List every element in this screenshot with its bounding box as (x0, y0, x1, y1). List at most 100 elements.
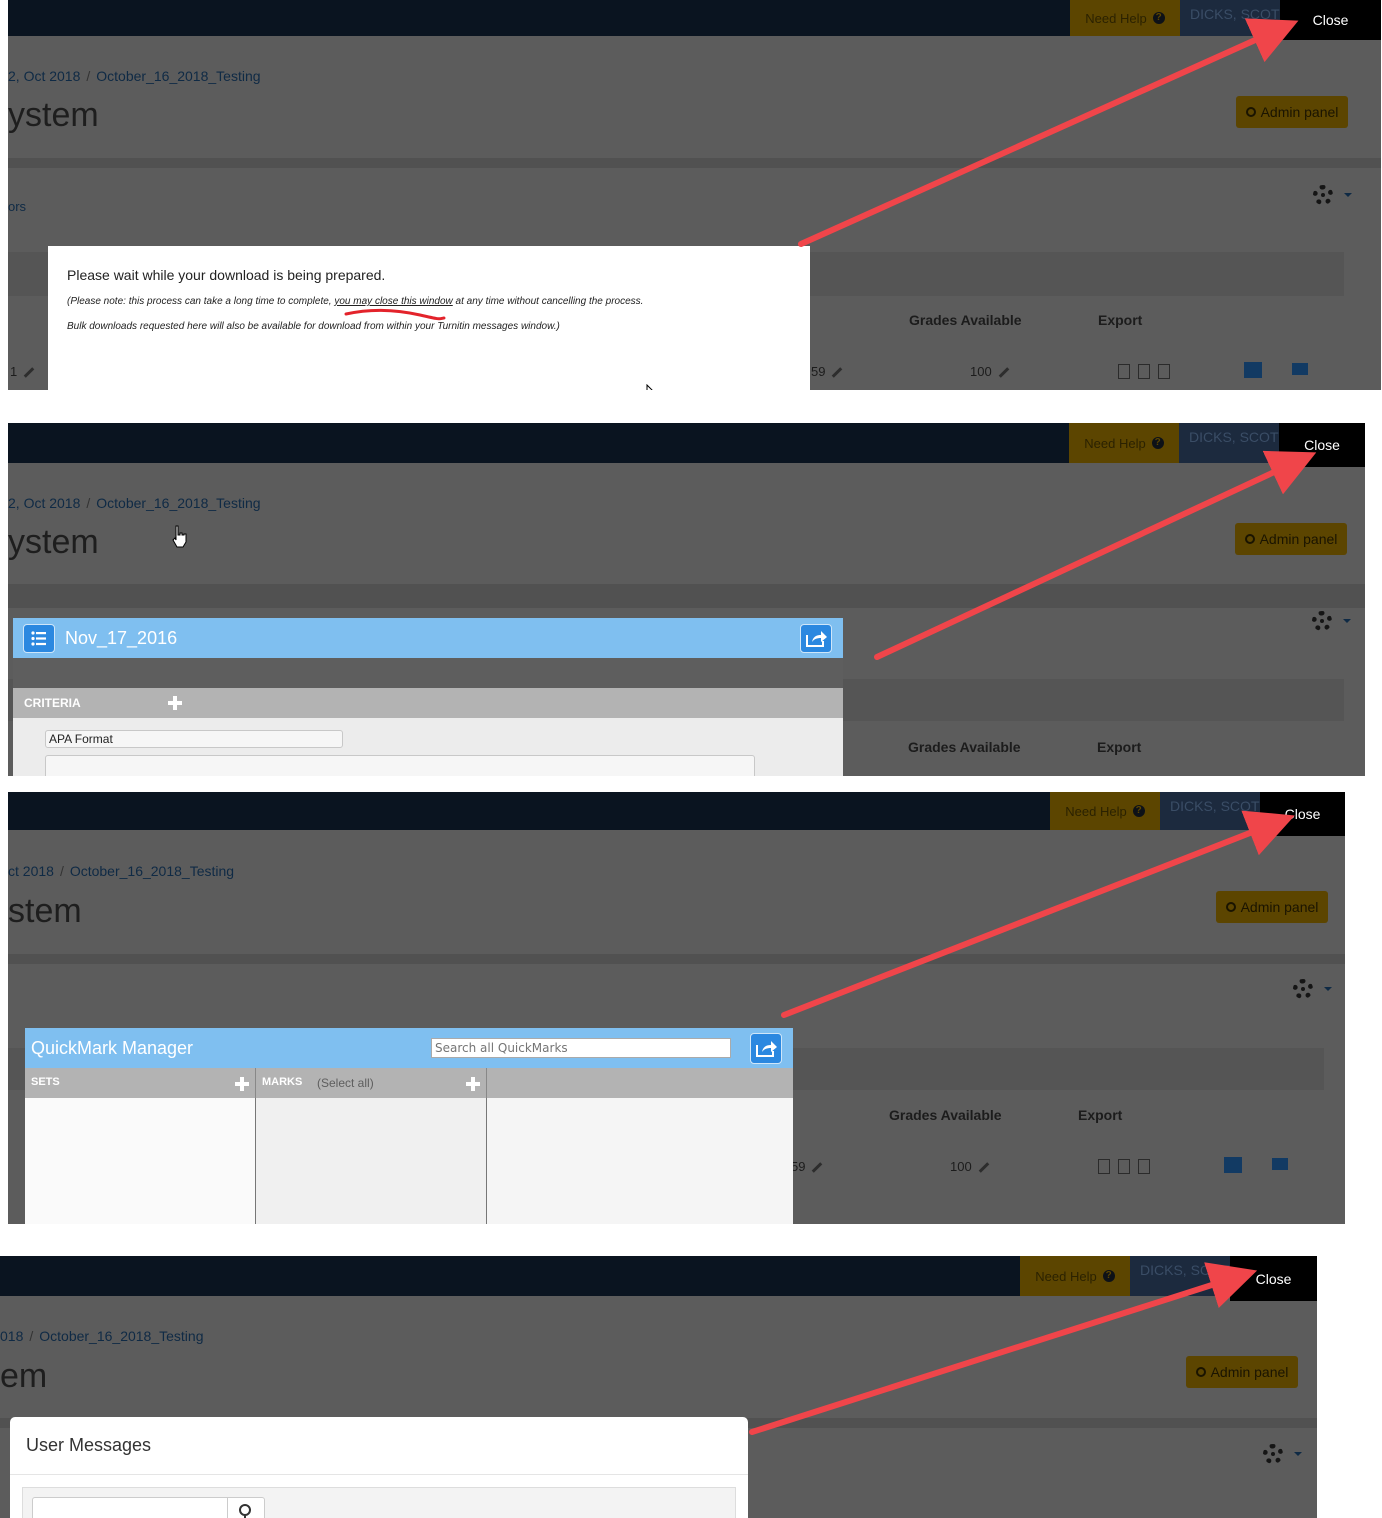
breadcrumb-link-date[interactable]: 2, Oct 2018 (8, 495, 80, 511)
list-menu-button[interactable] (23, 624, 55, 653)
pencil-icon[interactable] (812, 1162, 823, 1173)
pencil-icon[interactable] (832, 367, 843, 378)
cell-value: 59 (791, 1159, 806, 1174)
cell-value: 59 (811, 364, 826, 379)
excel-file-icon[interactable] (1118, 364, 1130, 379)
screenshot-panel-3: Need Help ? DICKS, SCOTT Close ct 2018 / O… (8, 792, 1345, 1224)
breadcrumb-link-assignment[interactable]: October_16_2018_Testing (39, 1328, 203, 1344)
quickmark-search-input[interactable] (431, 1038, 731, 1058)
gear-icon (1244, 534, 1255, 544)
download-dialog: Please wait while your download is being… (48, 246, 810, 390)
breadcrumb-separator: / (86, 495, 91, 511)
columns-header-divider-2 (486, 1068, 487, 1098)
document-file-icon[interactable] (1158, 364, 1170, 379)
need-help-button[interactable]: Need Help ? (1069, 423, 1179, 463)
export-button[interactable] (750, 1033, 782, 1064)
breadcrumb-link-assignment[interactable]: October_16_2018_Testing (96, 495, 260, 511)
criteria-name-input[interactable]: APA Format (45, 730, 343, 748)
excel-file-icon[interactable] (1098, 1159, 1110, 1174)
marks-column[interactable] (256, 1098, 487, 1224)
messages-search-input[interactable] (32, 1497, 228, 1518)
pencil-icon[interactable] (998, 367, 1010, 378)
close-button[interactable]: Close (1279, 423, 1365, 467)
user-menu[interactable]: DICKS, SCOTT (1160, 792, 1260, 830)
chevron-down-icon[interactable] (1324, 987, 1332, 991)
chevron-down-icon[interactable] (1344, 193, 1352, 197)
pdf-file-icon[interactable] (1118, 1159, 1130, 1174)
need-help-button[interactable]: Need Help ? (1070, 0, 1180, 36)
gear-icon (1245, 107, 1256, 117)
pencil-icon[interactable] (978, 1162, 990, 1173)
admin-panel-button[interactable]: Admin panel (1236, 96, 1348, 128)
document-file-icon[interactable] (1138, 1159, 1150, 1174)
question-icon: ? (1102, 1270, 1115, 1282)
admin-panel-button[interactable]: Admin panel (1216, 891, 1328, 923)
criteria-header: CRITERIA (13, 688, 843, 718)
quickmark-manager-dialog: QuickMark Manager SETS MARKS (Select all… (25, 1028, 793, 1224)
question-icon: ? (1132, 805, 1145, 817)
breadcrumb-link-date[interactable]: 018 (0, 1328, 23, 1344)
need-help-label: Need Help (1035, 1268, 1097, 1284)
column-header-export: Export (1078, 1107, 1123, 1123)
table-cell-partial: 59 (811, 364, 843, 379)
page-title: ystem (8, 523, 99, 561)
breadcrumb-link-assignment[interactable]: October_16_2018_Testing (96, 68, 260, 84)
user-name: DICKS, SCOTT (1170, 798, 1260, 814)
column-header-grades: Grades Available (889, 1107, 1002, 1123)
message-check-icon[interactable] (1272, 1158, 1288, 1170)
select-all-link[interactable]: (Select all) (317, 1076, 374, 1090)
user-menu[interactable]: DICKS, SCOTT (1130, 1256, 1230, 1296)
user-name: DICKS, SCOTT (1140, 1262, 1230, 1278)
settings-gear-icon[interactable] (1312, 611, 1332, 631)
add-mark-icon[interactable] (466, 1077, 480, 1091)
settings-gear-icon[interactable] (1263, 1444, 1283, 1464)
page-title: ystem (8, 96, 99, 134)
criteria-label: CRITERIA (24, 696, 81, 710)
close-button[interactable]: Close (1230, 1256, 1317, 1301)
sets-label: SETS (31, 1076, 60, 1088)
chevron-down-icon[interactable] (1343, 619, 1351, 623)
settings-gear-icon[interactable] (1313, 185, 1333, 205)
user-menu[interactable]: DICKS, SCOTT (1179, 423, 1279, 463)
breadcrumb-link-date[interactable]: 2, Oct 2018 (8, 68, 80, 84)
screenshot-panel-2: Need Help ? DICKS, SCOTT Close 2, Oct 20… (8, 423, 1365, 776)
content-divider (8, 954, 1345, 964)
table-cell-grades: 100 (970, 364, 1010, 379)
partial-link[interactable]: ors (8, 199, 26, 214)
grid-view-icon[interactable] (1244, 362, 1262, 378)
close-button[interactable]: Close (1280, 0, 1381, 40)
breadcrumb-link-assignment[interactable]: October_16_2018_Testing (70, 863, 234, 879)
cell-value: 100 (970, 364, 992, 379)
add-set-icon[interactable] (235, 1077, 249, 1091)
pdf-file-icon[interactable] (1138, 364, 1150, 379)
admin-panel-button[interactable]: Admin panel (1235, 523, 1347, 555)
need-help-button[interactable]: Need Help ? (1050, 792, 1160, 830)
breadcrumb-link-date[interactable]: ct 2018 (8, 863, 54, 879)
search-button[interactable] (227, 1497, 265, 1518)
close-button[interactable]: Close (1260, 792, 1345, 836)
content-divider (8, 584, 1365, 608)
gear-icon (1195, 1367, 1206, 1377)
columns-header (25, 1068, 793, 1098)
table-cell-partial: 59 (791, 1159, 823, 1174)
chevron-down-icon[interactable] (1294, 1452, 1302, 1456)
dialog-message: Please wait while your download is being… (67, 267, 386, 283)
cell-value: 1 (10, 364, 18, 379)
dialog-note-2: Bulk downloads requested here will also … (67, 321, 560, 332)
pencil-icon[interactable] (23, 367, 35, 378)
settings-gear-icon[interactable] (1293, 979, 1313, 999)
screenshot-panel-4: Need Help ? DICKS, SCOTT Close 018 / Octob… (0, 1256, 1317, 1518)
criteria-description-input[interactable] (45, 755, 755, 776)
grid-view-icon[interactable] (1224, 1157, 1242, 1173)
need-help-label: Need Help (1065, 803, 1127, 819)
column-header-grades: Grades Available (908, 739, 1021, 755)
add-criteria-icon[interactable] (168, 696, 182, 710)
note-text-a: (Please note: this process can take a lo… (67, 296, 335, 307)
columns-header-divider-1 (255, 1068, 256, 1098)
user-menu[interactable]: DICKS, SCOTT (1180, 0, 1280, 36)
sets-column[interactable] (25, 1098, 256, 1224)
message-check-icon[interactable] (1292, 363, 1308, 375)
need-help-button[interactable]: Need Help ? (1020, 1256, 1130, 1296)
export-button[interactable] (800, 624, 832, 653)
admin-panel-button[interactable]: Admin panel (1186, 1356, 1298, 1388)
